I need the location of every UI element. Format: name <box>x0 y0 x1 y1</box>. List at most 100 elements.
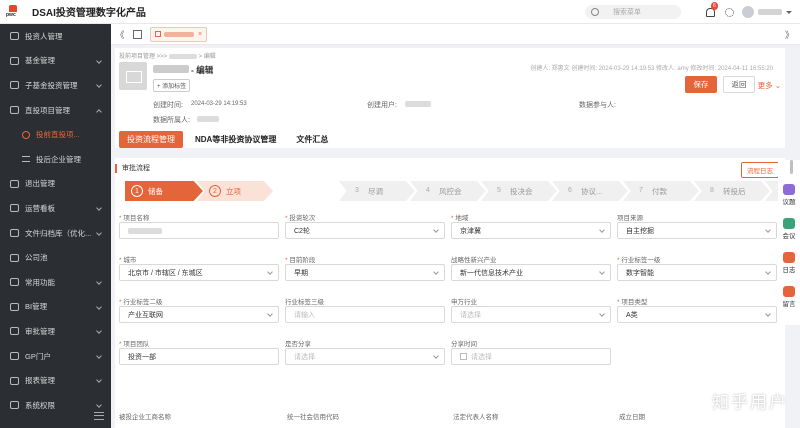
sidebar-item[interactable]: 基金管理 <box>0 49 111 74</box>
chevron-down-icon <box>433 353 439 359</box>
tab-scroll-left-button[interactable]: 《 <box>111 28 129 41</box>
text-input[interactable] <box>119 222 279 239</box>
date-input[interactable]: 请选择 <box>451 348 611 365</box>
process-step[interactable]: 8 转投后 <box>694 181 770 201</box>
document-icon <box>10 106 19 115</box>
select-input[interactable]: 北京市 / 市辖区 / 东城区 <box>119 264 279 281</box>
field-value: 请选择 <box>460 311 481 319</box>
sidebar-item-label: 系统权限 <box>25 400 55 410</box>
add-tag-button[interactable]: + 添加标签 <box>153 79 191 92</box>
back-button[interactable]: 返回 <box>723 76 755 93</box>
record-meta: 创建人: 郑惠文 创建时间: 2024-03-29 14:19:53 修改人: … <box>530 66 773 72</box>
tab-nda-agreements[interactable]: NDA等非投资协议管理 <box>187 131 284 148</box>
sidebar-item[interactable]: 投资人管理 <box>0 24 111 49</box>
rail-item[interactable]: 留言 <box>778 286 800 308</box>
sidebar-item[interactable]: 常用功能 <box>0 270 111 295</box>
chevron-down-icon[interactable] <box>786 10 792 14</box>
sidebar-item[interactable]: 公司池 <box>0 245 111 270</box>
form-field: * 项目团队 投资一部 <box>119 338 279 365</box>
select-input[interactable]: 数字智能 <box>617 264 777 281</box>
sidebar-item[interactable]: 审批管理 <box>0 319 111 344</box>
chevron-down-icon <box>96 402 102 408</box>
bell-icon[interactable]: 6 <box>705 2 718 17</box>
select-input[interactable]: 请选择 <box>285 348 445 365</box>
select-input[interactable]: 自主挖掘 <box>617 222 777 239</box>
form-field: * 项目名称 <box>119 212 279 239</box>
select-input[interactable]: 京津冀 <box>451 222 611 239</box>
select-input[interactable]: A类 <box>617 306 777 323</box>
field-label: 被投企业工商名称 <box>119 414 171 421</box>
field-label-text: 地域 <box>455 215 469 222</box>
form-field: * 地域 京津冀 <box>451 212 611 239</box>
menu-search-input[interactable]: 搜索菜单 <box>585 5 681 19</box>
sidebar-item[interactable]: 退出管理 <box>0 172 111 197</box>
field-label-text: 分享时间 <box>451 341 477 348</box>
select-input[interactable]: C2轮 <box>285 222 445 239</box>
process-step[interactable]: 1 储备 <box>125 181 203 201</box>
sidebar-item[interactable]: 文件归档库（优化... <box>0 221 111 246</box>
select-input[interactable]: 新一代信息技术产业 <box>451 264 611 281</box>
select-input[interactable]: 早期 <box>285 264 445 281</box>
field-label-text: 申万行业 <box>451 299 477 306</box>
form-field: * 城市 北京市 / 市辖区 / 东城区 <box>119 254 279 281</box>
process-step[interactable]: 7 付款 <box>623 181 699 201</box>
save-button[interactable]: 保存 <box>685 76 717 93</box>
select-input[interactable]: 产业互联网 <box>119 306 279 323</box>
rail-item[interactable]: 会议 <box>778 218 800 240</box>
home-icon[interactable] <box>133 29 142 39</box>
chart-icon <box>10 302 19 311</box>
field-label: * 项目名称 <box>119 212 279 222</box>
form-field: * 行业标签二级 产业互联网 <box>119 296 279 323</box>
process-step[interactable]: 3 尽调 <box>339 181 415 201</box>
sidebar-item-label: 退出管理 <box>25 179 55 189</box>
tab-active-project[interactable]: × <box>150 26 208 42</box>
chevron-up-icon <box>96 108 102 115</box>
chevron-down-icon <box>96 82 102 89</box>
sidebar-item[interactable]: 运营看板 <box>0 196 111 221</box>
process-step[interactable]: 6 协议... <box>552 181 628 201</box>
select-input[interactable]: 请选择 <box>451 306 611 323</box>
sidebar-item[interactable]: 投前直投项... <box>0 122 111 147</box>
gear-icon[interactable] <box>725 7 734 17</box>
page-title: - 编辑 <box>191 65 214 75</box>
sidebar-collapse-icon[interactable] <box>94 412 104 420</box>
step-label: 立项 <box>226 186 241 196</box>
field-value: 新一代信息技术产业 <box>460 269 523 277</box>
user-icon <box>10 32 19 41</box>
tab-file-summary[interactable]: 文件汇总 <box>288 131 336 148</box>
sidebar-item[interactable]: 直投项目管理 <box>0 98 111 123</box>
tab-investment-process[interactable]: 投资流程管理 <box>119 131 183 148</box>
sidebar-item-label: GP门户 <box>25 351 51 361</box>
watermark: 知乎用户 <box>712 393 788 412</box>
more-dropdown[interactable]: 更多 ⌄ <box>758 80 781 91</box>
rail-item[interactable]: 日志 <box>778 252 800 274</box>
chevron-down-icon <box>765 227 771 233</box>
sidebar-item[interactable]: GP门户 <box>0 344 111 369</box>
process-step[interactable]: 5 投决会 <box>481 181 557 201</box>
tab-label-redacted <box>164 31 194 37</box>
field-value: A类 <box>626 311 638 319</box>
avatar[interactable] <box>742 6 754 18</box>
user-name-redacted[interactable] <box>758 9 782 15</box>
scrollbar[interactable] <box>790 160 793 174</box>
rail-icon <box>783 218 795 229</box>
sidebar-item[interactable]: 报表管理 <box>0 368 111 393</box>
field-label: 统一社会信用代码 <box>287 414 339 421</box>
sidebar-item[interactable]: BI管理 <box>0 295 111 320</box>
process-step[interactable]: 4 风控会 <box>410 181 486 201</box>
chevron-down-icon <box>96 352 102 359</box>
text-input[interactable]: 请输入 <box>285 306 445 323</box>
sidebar-item[interactable]: 子基金投资管理 <box>0 73 111 98</box>
sidebar-item[interactable]: 投后企业管理 <box>0 147 111 172</box>
text-input[interactable]: 投资一部 <box>119 348 279 365</box>
field-label-text: 行业标签二级 <box>123 299 163 306</box>
rail-item[interactable]: 议题 <box>778 184 800 206</box>
project-image-placeholder[interactable] <box>119 62 147 90</box>
main-content: 投前项目管理 >>> > 编辑 - 编辑 + 添加标签 创建人: 郑惠文 创建时… <box>111 45 789 428</box>
tab-scroll-right-button[interactable]: 》 <box>785 28 794 41</box>
flow-log-button[interactable]: 流程日志 <box>741 162 779 178</box>
step-number: 1 <box>131 185 143 197</box>
chevron-down-icon <box>96 377 102 384</box>
close-icon[interactable]: × <box>198 31 202 38</box>
process-step[interactable]: 2 立项 <box>197 181 273 201</box>
